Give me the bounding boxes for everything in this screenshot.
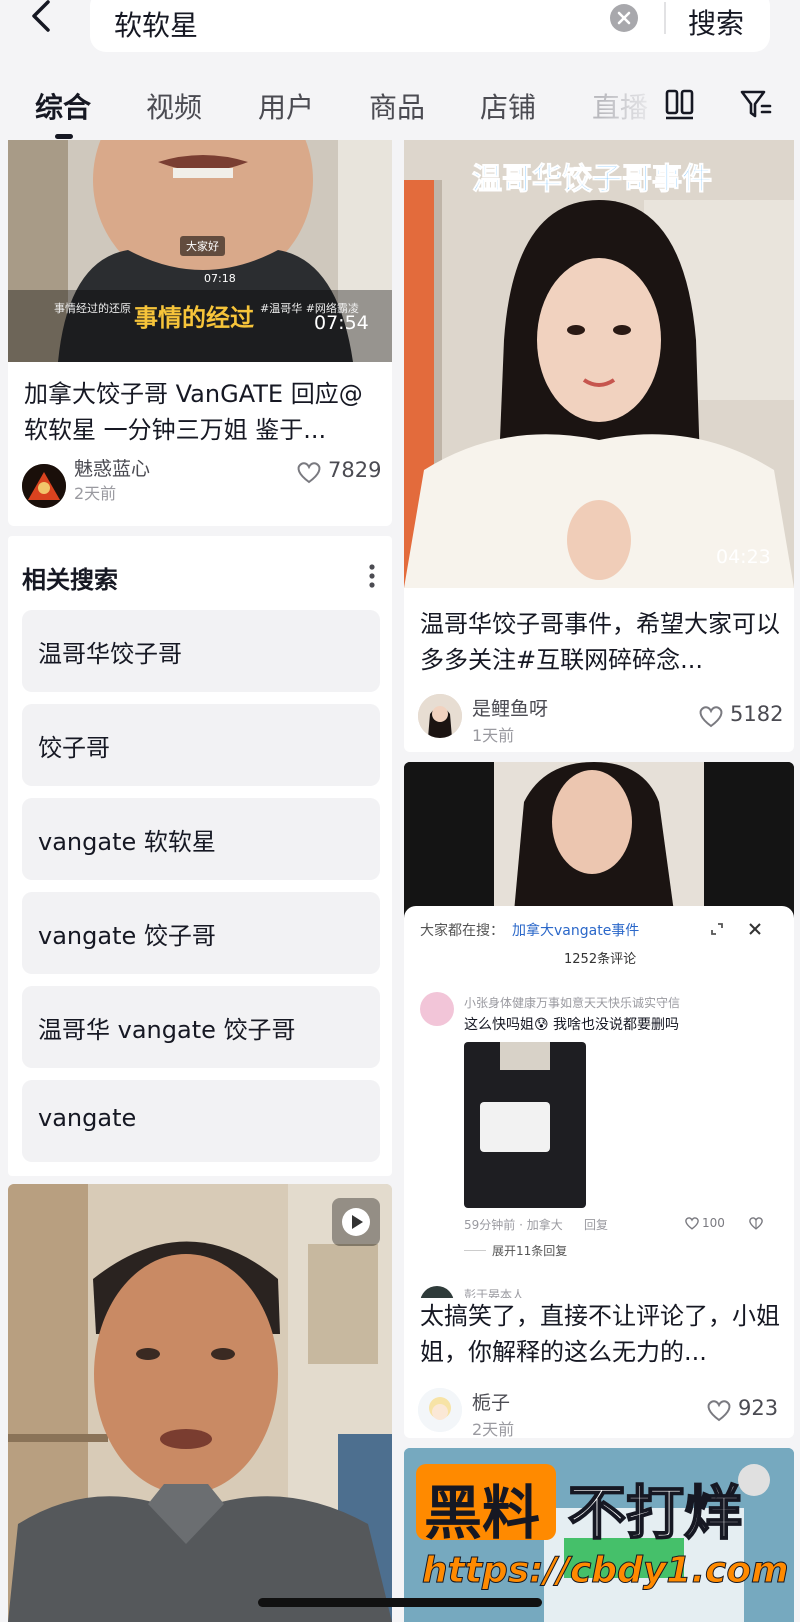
search-button[interactable]: 搜索 [688, 2, 744, 42]
like-count: 5182 [730, 702, 784, 726]
comment-text: 这么快吗姐😰 我啥也没说都要删吗 [464, 1017, 680, 1033]
search-query-text: 软软星 [114, 9, 199, 42]
expand-icon[interactable] [708, 920, 726, 938]
avatar[interactable] [22, 464, 66, 508]
comment-meta: 59分钟前 · 加拿大 [464, 1218, 563, 1232]
author-avatar-image [418, 694, 462, 738]
trending-search-prefix: 大家都在搜： [420, 923, 504, 939]
woman-video-image [404, 140, 794, 588]
post-time: 2天前 [74, 484, 117, 503]
tab-stores[interactable]: 店铺 [480, 86, 536, 126]
watermark-url: https://cbdy1.com [422, 1550, 790, 1592]
author-name[interactable]: 魅惑蓝心 [74, 454, 150, 481]
author-avatar-image [22, 464, 66, 508]
video-card-2[interactable]: 温哥华饺子哥事件 04:23 温哥华饺子哥事件，希望大家可以多多关注#互联网碎碎… [404, 140, 794, 752]
avatar[interactable] [418, 694, 462, 738]
author-name[interactable]: 是鲤鱼呀 [472, 694, 548, 721]
video-thumbnail-2: 温哥华饺子哥事件 04:23 [404, 140, 794, 588]
heart-icon[interactable] [706, 1398, 732, 1422]
divider [464, 1250, 486, 1251]
avatar[interactable] [420, 992, 454, 1026]
tab-products[interactable]: 商品 [369, 86, 425, 126]
clear-search-button[interactable] [610, 4, 638, 32]
video-card-4[interactable] [8, 1184, 392, 1622]
commenter-name[interactable]: 小张身体健康万事如意天天快乐诚实守信 [464, 994, 680, 1011]
related-search-label: vangate 饺子哥 [38, 922, 216, 950]
related-search-item[interactable]: 饺子哥 [22, 704, 380, 786]
video-card-3[interactable]: 大家都在搜： 加拿大vangate事件 1252条评论 小张身体健康万事如意天天… [404, 762, 794, 1438]
video-duration: 07:54 [314, 312, 369, 334]
video-card-1[interactable]: 大家好 07:18 事情经过的还原 #温哥华 #网络霸凌 事情的经过 07:54… [8, 140, 392, 526]
reply-button[interactable]: 回复 [584, 1216, 608, 1233]
author-avatar-image [418, 1388, 462, 1432]
related-search-label: vangate [38, 1104, 137, 1132]
double-column-icon [665, 89, 694, 120]
search-input[interactable]: 软软星 搜索 [90, 0, 770, 52]
expand-replies-button[interactable]: 展开11条回复 [492, 1242, 567, 1259]
tab-comprehensive[interactable]: 综合 [35, 86, 91, 126]
post-time: 1天前 [472, 726, 515, 745]
related-search-label: vangate 软软星 [38, 828, 216, 856]
related-search-label: 饺子哥 [38, 734, 110, 762]
author-name[interactable]: 栀子 [472, 1388, 510, 1415]
comment-image-thumb [500, 1042, 550, 1070]
video-duration: 04:23 [716, 546, 771, 568]
more-icon[interactable] [368, 562, 376, 590]
related-search-item[interactable]: 温哥华 vangate 饺子哥 [22, 986, 380, 1068]
heart-icon[interactable] [698, 704, 724, 728]
post-time: 2天前 [472, 1420, 515, 1438]
comment-panel: 大家都在搜： 加拿大vangate事件 1252条评论 小张身体健康万事如意天天… [404, 906, 794, 1322]
comment-image[interactable] [464, 1042, 586, 1208]
chevron-left-icon [32, 0, 50, 32]
subtitle-small: 大家好 [180, 236, 225, 256]
category-tabs: 综合 视频 用户 商品 店铺 直播 [0, 72, 800, 140]
heart-icon[interactable] [296, 460, 322, 484]
top-bar: 软软星 搜索 [0, 0, 800, 72]
related-search-item[interactable]: 温哥华饺子哥 [22, 610, 380, 692]
video-thumbnail-1: 大家好 07:18 事情经过的还原 #温哥华 #网络霸凌 事情的经过 07:54 [8, 140, 392, 362]
close-icon [617, 11, 631, 25]
related-search-item[interactable]: vangate 饺子哥 [22, 892, 380, 974]
related-searches-panel: 相关搜索 温哥华饺子哥 饺子哥 vangate 软软星 vangate 饺子哥 … [8, 536, 392, 1176]
woman-video-image [404, 762, 794, 912]
video-title: 温哥华饺子哥事件，希望大家可以多多关注#互联网碎碎念... [420, 610, 780, 674]
watermark-brand-b: 不打烊 [567, 1478, 743, 1548]
avatar[interactable] [418, 1388, 462, 1432]
dislike-icon[interactable] [748, 1216, 764, 1230]
tab-users[interactable]: 用户 [258, 86, 314, 126]
tab-video[interactable]: 视频 [146, 86, 202, 126]
like-count: 923 [738, 1396, 779, 1420]
search-divider [664, 2, 666, 34]
filter-icon [740, 90, 772, 118]
related-search-item[interactable]: vangate 软软星 [22, 798, 380, 880]
layout-toggle-button[interactable] [662, 86, 698, 122]
related-search-item[interactable]: vangate [22, 1080, 380, 1162]
trending-search-link[interactable]: 加拿大vangate事件 [512, 920, 639, 940]
back-button[interactable] [22, 0, 62, 40]
comment-image-popup [480, 1102, 550, 1152]
watermark: 黑料 不打烊 https://cbdy1.com [408, 1450, 798, 1622]
heart-icon[interactable] [684, 1216, 700, 1230]
watermark-brand-a: 黑料 [424, 1479, 541, 1547]
inner-caption: 事情经过的还原 [54, 302, 131, 315]
related-search-label: 温哥华饺子哥 [38, 640, 182, 668]
play-button[interactable] [332, 1198, 380, 1246]
related-search-label: 温哥华 vangate 饺子哥 [38, 1016, 296, 1044]
play-icon [342, 1208, 370, 1236]
related-searches-title: 相关搜索 [22, 566, 118, 594]
man-portrait-image [8, 1184, 392, 1622]
video-thumbnail-3: 大家都在搜： 加拿大vangate事件 1252条评论 小张身体健康万事如意天天… [404, 762, 794, 1322]
video-title: 太搞笑了，直接不让评论了，小姐姐，你解释的这么无力的... [420, 1298, 782, 1370]
comment-like-count: 100 [702, 1216, 725, 1230]
active-tab-indicator [55, 134, 73, 139]
like-count: 7829 [328, 458, 382, 482]
close-icon[interactable] [746, 920, 764, 938]
comment-count: 1252条评论 [564, 952, 637, 967]
home-indicator [258, 1598, 542, 1607]
video-overlay-title: 温哥华饺子哥事件 [472, 162, 713, 198]
filter-button[interactable] [738, 86, 774, 122]
inner-player-time: 07:18 [204, 272, 236, 285]
overlay-big-caption: 事情的经过 [134, 304, 254, 332]
video-title: 加拿大饺子哥 VanGATE 回应@软软星 一分钟三万姐 鉴于... [24, 380, 363, 444]
